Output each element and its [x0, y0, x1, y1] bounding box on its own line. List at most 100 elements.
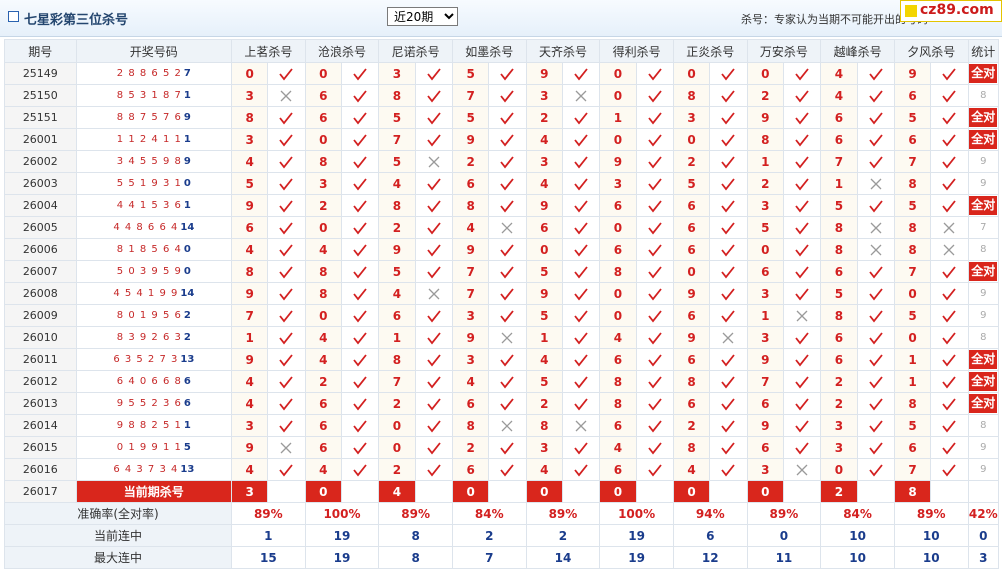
draw-digits: 8 8 7 5 7 6 [116, 112, 182, 123]
check-icon [500, 177, 515, 190]
check-icon [648, 199, 662, 212]
check-icon [500, 441, 515, 454]
footer-value: 2 [451, 524, 527, 547]
check-icon [869, 463, 883, 476]
check-icon [648, 67, 662, 80]
kill-number: 9 [230, 194, 269, 217]
current-kill-spacer [267, 480, 306, 503]
kill-result [635, 348, 674, 371]
check-icon [942, 111, 957, 124]
kill-result [930, 326, 969, 349]
footer-value: 89% [525, 502, 601, 525]
table-row: 26007 5 0 3 9 5 9 0 8 8 5 7 5 8 0 6 6 7 全对 [4, 260, 1000, 283]
kill-result [709, 106, 748, 129]
kill-result [340, 216, 380, 239]
check-icon [721, 111, 736, 124]
check-icon [574, 397, 588, 410]
check-icon [427, 419, 441, 432]
check-icon [942, 67, 957, 80]
cross-icon [796, 464, 808, 475]
check-icon [942, 155, 957, 168]
kill-result [414, 436, 453, 459]
check-icon [353, 353, 367, 366]
kill-number: 8 [672, 370, 711, 393]
kill-number: 3 [230, 414, 269, 437]
kill-number: 0 [599, 304, 637, 327]
kill-result [635, 216, 674, 239]
period-cell: 26005 [4, 216, 77, 239]
kill-number: 2 [451, 150, 490, 173]
kill-result [414, 62, 453, 85]
table-body: 25149 2 8 8 6 5 2 7 0 0 3 5 9 0 0 0 4 9 全对 25150 8 5 3 … [4, 62, 1000, 569]
footer-value: 89% [231, 502, 306, 525]
kill-result [488, 370, 527, 393]
check-icon [869, 89, 883, 102]
kill-number: 6 [820, 348, 858, 371]
kill-number: 1 [820, 172, 858, 195]
kill-result [709, 150, 748, 173]
draw-extra: 0 [183, 266, 191, 277]
check-icon [721, 375, 736, 388]
kill-result [561, 392, 601, 415]
kill-result [488, 414, 527, 437]
kill-number: 5 [525, 260, 563, 283]
check-icon [795, 133, 809, 146]
kill-result [561, 172, 601, 195]
stat-cell: 全对 [967, 106, 1000, 129]
period-cell: 26017 [4, 480, 77, 503]
kill-number: 3 [525, 84, 563, 107]
kill-result [561, 260, 601, 283]
check-icon [648, 309, 662, 322]
draw-extra: 1 [183, 134, 191, 145]
cross-icon [943, 222, 955, 233]
expert-header: 如墨杀号 [451, 39, 527, 63]
check-icon [795, 155, 809, 168]
kill-number: 8 [451, 414, 490, 437]
kill-result [414, 194, 453, 217]
kill-result [267, 326, 306, 349]
expert-header: 万安杀号 [746, 39, 822, 63]
kill-number: 3 [746, 282, 784, 305]
stat-cell: 8 [967, 84, 1000, 107]
kill-number: 4 [525, 172, 563, 195]
kill-number: 3 [672, 106, 711, 129]
kill-result [930, 414, 969, 437]
kill-number: 2 [746, 172, 784, 195]
check-icon [574, 309, 588, 322]
site-logo[interactable]: cz89.com [900, 0, 1002, 22]
footer-value: 19 [599, 546, 674, 569]
kill-result [930, 172, 969, 195]
kill-result [340, 194, 380, 217]
draw-cell: 6 3 5 2 7 3 13 [75, 348, 233, 371]
kill-result [414, 414, 453, 437]
kill-result [782, 326, 822, 349]
check-icon [869, 199, 883, 212]
draw-extra: 0 [183, 244, 191, 255]
kill-number: 1 [230, 326, 269, 349]
check-icon [574, 67, 588, 80]
check-icon [574, 177, 588, 190]
logo-square-icon [905, 5, 917, 17]
kill-result [488, 436, 527, 459]
check-icon [795, 353, 809, 366]
kill-number: 8 [378, 348, 416, 371]
check-icon [795, 265, 809, 278]
footer-label: 当前连中 [4, 524, 232, 547]
kill-result [930, 62, 969, 85]
draw-cell: 8 3 9 2 6 32 [75, 326, 233, 349]
current-kill-spacer [340, 480, 380, 503]
kill-number: 0 [746, 62, 784, 85]
draw-cell: 2 8 8 6 5 27 [75, 62, 233, 85]
period-select[interactable]: 近20期 [387, 7, 458, 26]
kill-result [709, 62, 748, 85]
kill-result [782, 348, 822, 371]
kill-result [267, 348, 306, 371]
kill-result [267, 370, 306, 393]
stat-cell: 7 [967, 216, 1000, 239]
kill-number: 4 [304, 238, 342, 261]
kill-number: 2 [525, 106, 563, 129]
check-icon [574, 199, 588, 212]
period-cell: 25150 [4, 84, 77, 107]
kill-number: 0 [304, 304, 342, 327]
check-icon [869, 111, 883, 124]
